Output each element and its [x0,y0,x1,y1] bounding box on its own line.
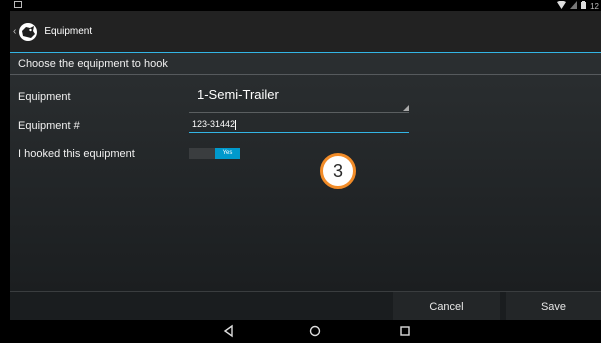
app-logo-icon[interactable] [18,22,38,42]
wifi-icon [557,0,567,11]
section-divider [10,74,601,75]
up-chevron-icon[interactable]: ‹ [13,26,16,37]
home-icon[interactable] [308,324,322,338]
text-caret [235,119,237,130]
equipment-form: Choose the equipment to hook Equipment 1… [10,53,601,291]
status-bar: 12 [10,0,601,11]
equipment-number-input[interactable]: 123-31442 [189,116,409,133]
save-button[interactable]: Save [506,292,601,321]
hooked-toggle[interactable]: Yes [189,148,240,159]
battery-icon [581,1,587,11]
nav-bar [10,320,601,341]
equipment-label: Equipment [18,91,71,103]
recents-icon[interactable] [398,324,412,338]
equipment-number-value: 123-31442 [192,119,237,130]
cancel-button[interactable]: Cancel [393,292,500,321]
equipment-spinner[interactable]: 1-Semi-Trailer [189,83,409,113]
button-bar: Cancel Save [10,291,601,321]
back-icon[interactable] [222,324,236,338]
page-title: Equipment [44,26,93,37]
dropdown-arrow-icon [403,105,409,111]
equipment-number-label: Equipment # [18,120,80,132]
action-bar: ‹ Equipment [10,11,601,54]
status-time: 12 [590,1,599,11]
equipment-value: 1-Semi-Trailer [197,87,279,102]
hooked-toggle-thumb: Yes [215,148,240,159]
step-number-badge: 3 [320,153,356,189]
signal-icon [570,1,578,11]
notification-icon [14,1,22,10]
section-header: Choose the equipment to hook [18,58,168,70]
hooked-label: I hooked this equipment [18,148,135,160]
app-window: 12 ‹ Equipment Choose the equipment to h… [0,0,601,341]
